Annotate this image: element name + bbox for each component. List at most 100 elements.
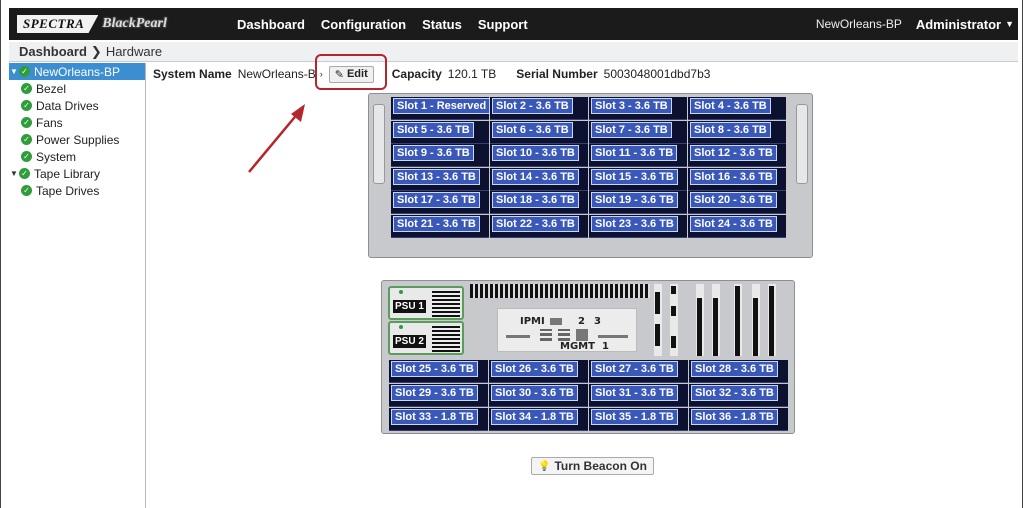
user-menu[interactable]: Administrator xyxy=(916,17,1001,32)
drive-slot-label[interactable]: Slot 7 - 3.6 TB xyxy=(591,121,672,138)
drive-slot-label[interactable]: Slot 18 - 3.6 TB xyxy=(492,192,579,208)
drive-slot[interactable]: Slot 33 - 1.8 TB xyxy=(389,408,488,431)
drive-slot-label[interactable]: Slot 29 - 3.6 TB xyxy=(391,385,478,401)
drive-slot[interactable]: Slot 1 - Reserved xyxy=(391,97,491,120)
drive-slot-label[interactable]: Slot 24 - 3.6 TB xyxy=(690,215,777,232)
drive-slot[interactable]: Slot 6 - 3.6 TB xyxy=(490,120,588,144)
drive-slot-label[interactable]: Slot 17 - 3.6 TB xyxy=(393,192,480,208)
status-ok-icon: ✓ xyxy=(21,151,32,162)
drive-slot[interactable]: Slot 8 - 3.6 TB xyxy=(688,120,786,144)
drive-slot-label[interactable]: Slot 10 - 3.6 TB xyxy=(492,145,579,161)
drive-slot[interactable]: Slot 2 - 3.6 TB xyxy=(490,97,588,120)
drive-slot[interactable]: Slot 11 - 3.6 TB xyxy=(589,144,687,167)
drive-slot-label[interactable]: Slot 1 - Reserved xyxy=(393,98,491,114)
drive-slot-label[interactable]: Slot 36 - 1.8 TB xyxy=(691,409,778,425)
drive-slot[interactable]: Slot 14 - 3.6 TB xyxy=(490,167,588,191)
drive-slot[interactable]: Slot 32 - 3.6 TB xyxy=(689,384,788,407)
drive-slot-label[interactable]: Slot 6 - 3.6 TB xyxy=(492,121,573,138)
drive-slot[interactable]: Slot 17 - 3.6 TB xyxy=(391,191,489,214)
tree-item-system[interactable]: ✓ System xyxy=(9,148,145,165)
drive-slot[interactable]: Slot 27 - 3.6 TB xyxy=(589,360,688,383)
drive-slot[interactable]: Slot 10 - 3.6 TB xyxy=(490,144,588,167)
drive-slot-label[interactable]: Slot 4 - 3.6 TB xyxy=(690,98,771,114)
drive-slot-label[interactable]: Slot 20 - 3.6 TB xyxy=(690,192,777,208)
breadcrumb-dashboard[interactable]: Dashboard xyxy=(19,44,87,59)
tree-item-data-drives[interactable]: ✓ Data Drives xyxy=(9,97,145,114)
drive-slot[interactable]: Slot 21 - 3.6 TB xyxy=(391,214,489,238)
drive-slot[interactable]: Slot 12 - 3.6 TB xyxy=(688,144,786,167)
drive-slot[interactable]: Slot 25 - 3.6 TB xyxy=(389,360,488,383)
drive-slot[interactable]: Slot 34 - 1.8 TB xyxy=(489,408,588,431)
drive-slot-label[interactable]: Slot 21 - 3.6 TB xyxy=(393,215,480,232)
psu-1[interactable]: PSU 1 xyxy=(388,286,464,320)
drive-slot-label[interactable]: Slot 13 - 3.6 TB xyxy=(393,168,480,185)
turn-beacon-on-button[interactable]: 💡 Turn Beacon On xyxy=(531,457,654,475)
front-slot-grid: Slot 1 - Reserved Slot 2 - 3.6 TB Slot 3 -… xyxy=(391,97,786,238)
drive-slot-label[interactable]: Slot 15 - 3.6 TB xyxy=(591,168,678,185)
drive-slot-label[interactable]: Slot 33 - 1.8 TB xyxy=(391,409,478,425)
drive-slot-label[interactable]: Slot 25 - 3.6 TB xyxy=(391,361,478,377)
tree-item-label: Tape Library xyxy=(34,166,101,181)
drive-slot[interactable]: Slot 5 - 3.6 TB xyxy=(391,120,489,144)
drive-slot-label[interactable]: Slot 35 - 1.8 TB xyxy=(591,409,678,425)
drive-slot-label[interactable]: Slot 32 - 3.6 TB xyxy=(691,385,778,401)
drive-slot-label[interactable]: Slot 8 - 3.6 TB xyxy=(690,121,771,138)
drive-slot-label[interactable]: Slot 2 - 3.6 TB xyxy=(492,98,573,114)
drive-slot-label[interactable]: Slot 22 - 3.6 TB xyxy=(492,215,579,232)
drive-slot-label[interactable]: Slot 28 - 3.6 TB xyxy=(691,361,778,377)
drive-slot[interactable]: Slot 28 - 3.6 TB xyxy=(689,360,788,383)
drive-slot[interactable]: Slot 18 - 3.6 TB xyxy=(490,191,588,214)
nav-dashboard[interactable]: Dashboard xyxy=(237,17,305,32)
tree-item-neworleans-bp[interactable]: ▼ ✓ NewOrleans-BP xyxy=(9,63,145,80)
drive-slot-label[interactable]: Slot 23 - 3.6 TB xyxy=(591,215,678,232)
drive-slot[interactable]: Slot 3 - 3.6 TB xyxy=(589,97,687,120)
drive-slot-label[interactable]: Slot 11 - 3.6 TB xyxy=(591,145,678,161)
drive-slot[interactable]: Slot 26 - 3.6 TB xyxy=(489,360,588,383)
drive-slot[interactable]: Slot 31 - 3.6 TB xyxy=(589,384,688,407)
drive-slot[interactable]: Slot 30 - 3.6 TB xyxy=(489,384,588,407)
nav-configuration[interactable]: Configuration xyxy=(321,17,406,32)
drive-slot-label[interactable]: Slot 26 - 3.6 TB xyxy=(491,361,578,377)
tree-item-tape-drives[interactable]: ✓ Tape Drives xyxy=(9,182,145,199)
drive-slot[interactable]: Slot 24 - 3.6 TB xyxy=(688,214,786,238)
drive-slot-label[interactable]: Slot 34 - 1.8 TB xyxy=(491,409,578,425)
drive-slot[interactable]: Slot 35 - 1.8 TB xyxy=(589,408,688,431)
drive-slot[interactable]: Slot 16 - 3.6 TB xyxy=(688,167,786,191)
ethernet-port-icon xyxy=(540,329,552,341)
drive-slot[interactable]: Slot 15 - 3.6 TB xyxy=(589,167,687,191)
drive-slot-label[interactable]: Slot 14 - 3.6 TB xyxy=(492,168,579,185)
main-nav: Dashboard Configuration Status Support xyxy=(237,17,544,32)
drive-slot[interactable]: Slot 20 - 3.6 TB xyxy=(688,191,786,214)
drive-slot-label[interactable]: Slot 31 - 3.6 TB xyxy=(591,385,678,401)
expand-toggle-icon[interactable]: ▼ xyxy=(9,67,19,76)
drive-slot[interactable]: Slot 7 - 3.6 TB xyxy=(589,120,687,144)
drive-slot[interactable]: Slot 9 - 3.6 TB xyxy=(391,144,489,167)
system-info-row: System Name NewOrleans-B › ✎ Edit Capaci… xyxy=(153,64,714,84)
tree-item-fans[interactable]: ✓ Fans xyxy=(9,114,145,131)
drive-slot[interactable]: Slot 36 - 1.8 TB xyxy=(689,408,788,431)
drive-slot[interactable]: Slot 13 - 3.6 TB xyxy=(391,167,489,191)
chevron-down-icon[interactable]: ▼ xyxy=(1005,19,1014,29)
drive-slot[interactable]: Slot 22 - 3.6 TB xyxy=(490,214,588,238)
tree-item-bezel[interactable]: ✓ Bezel xyxy=(9,80,145,97)
ipmi-label: IPMI xyxy=(520,316,545,327)
nav-status[interactable]: Status xyxy=(422,17,462,32)
drive-slot[interactable]: Slot 19 - 3.6 TB xyxy=(589,191,687,214)
drive-slot-label[interactable]: Slot 5 - 3.6 TB xyxy=(393,121,474,138)
psu-2[interactable]: PSU 2 xyxy=(388,321,464,355)
drive-slot[interactable]: Slot 29 - 3.6 TB xyxy=(389,384,488,407)
drive-slot-label[interactable]: Slot 12 - 3.6 TB xyxy=(690,145,777,161)
drive-slot-label[interactable]: Slot 27 - 3.6 TB xyxy=(591,361,678,377)
expand-toggle-icon[interactable]: ▼ xyxy=(9,169,19,178)
tree-item-tape-library[interactable]: ▼ ✓ Tape Library xyxy=(9,165,145,182)
expansion-slot-2 xyxy=(670,284,678,356)
drive-slot-label[interactable]: Slot 16 - 3.6 TB xyxy=(690,168,777,185)
drive-slot-label[interactable]: Slot 3 - 3.6 TB xyxy=(591,98,672,114)
drive-slot-label[interactable]: Slot 19 - 3.6 TB xyxy=(591,192,678,208)
tree-item-power-supplies[interactable]: ✓ Power Supplies xyxy=(9,131,145,148)
drive-slot-label[interactable]: Slot 30 - 3.6 TB xyxy=(491,385,578,401)
nav-support[interactable]: Support xyxy=(478,17,528,32)
drive-slot[interactable]: Slot 23 - 3.6 TB xyxy=(589,214,687,238)
drive-slot-label[interactable]: Slot 9 - 3.6 TB xyxy=(393,145,474,161)
drive-slot[interactable]: Slot 4 - 3.6 TB xyxy=(688,97,786,120)
